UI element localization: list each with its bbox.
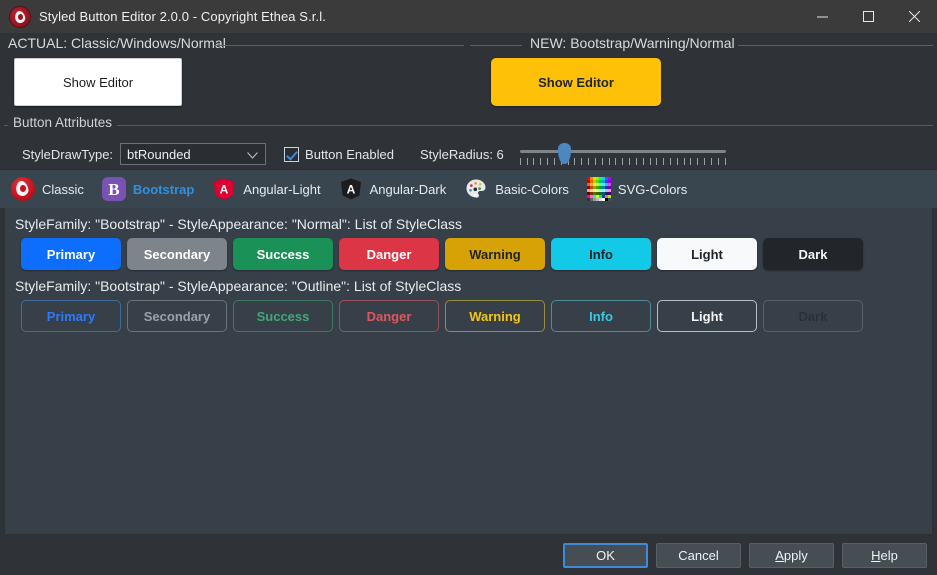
style-class-button-outline-danger[interactable]: Danger — [339, 300, 439, 332]
tab-label: Basic-Colors — [495, 181, 569, 197]
section-title-outline: StyleFamily: "Bootstrap" - StyleAppearan… — [15, 278, 462, 294]
button-enabled-label: Button Enabled — [305, 146, 394, 162]
tab-label: Angular-Dark — [369, 181, 447, 197]
tab-label: Bootstrap — [132, 181, 195, 197]
svg-text:A: A — [220, 183, 229, 197]
actual-preview-caption: ACTUAL: Classic/Windows/Normal — [8, 35, 226, 51]
style-class-button-outline-success[interactable]: Success — [233, 300, 333, 332]
style-family-tabbar: Classic B Bootstrap A Angular-Light A Angular-… — [0, 169, 937, 208]
style-class-button-normal-info[interactable]: Info — [551, 238, 651, 270]
actual-show-editor-button[interactable]: Show Editor — [14, 58, 182, 106]
tab-angular-light[interactable]: A Angular-Light — [205, 170, 331, 208]
color-palette-icon — [464, 177, 488, 201]
style-class-button-normal-secondary[interactable]: Secondary — [127, 238, 227, 270]
style-class-button-outline-dark[interactable]: Dark — [763, 300, 863, 332]
style-class-button-outline-light[interactable]: Light — [657, 300, 757, 332]
minimize-icon[interactable] — [799, 0, 845, 33]
slider-ticks — [519, 158, 726, 165]
style-class-button-outline-info[interactable]: Info — [551, 300, 651, 332]
angular-light-icon: A — [212, 177, 236, 201]
apply-button[interactable]: Apply — [749, 542, 834, 568]
slider-track — [519, 150, 726, 153]
help-button[interactable]: Help — [842, 542, 927, 568]
cancel-button[interactable]: Cancel — [656, 542, 741, 568]
style-class-content-panel: StyleFamily: "Bootstrap" - StyleAppearan… — [4, 208, 933, 535]
new-preview-group: NEW: Bootstrap/Warning/Normal Show Edito… — [468, 33, 937, 117]
styled-button-editor-window: Styled Button Editor 2.0.0 - Copyright E… — [0, 0, 937, 575]
new-show-editor-button[interactable]: Show Editor — [491, 58, 661, 106]
dialog-footer: OK Cancel Apply Help — [0, 535, 937, 575]
style-class-row-normal: Primary Secondary Success Danger Warning Info… — [5, 232, 932, 270]
style-draw-type-value: btRounded — [127, 146, 191, 162]
new-preview-caption: NEW: Bootstrap/Warning/Normal — [530, 35, 735, 51]
apply-label: Apply — [775, 547, 808, 563]
close-icon[interactable] — [891, 0, 937, 33]
button-enabled-checkbox[interactable]: Button Enabled — [284, 146, 394, 162]
ethea-classic-icon — [11, 177, 35, 201]
maximize-icon[interactable] — [845, 0, 891, 33]
style-class-button-normal-dark[interactable]: Dark — [763, 238, 863, 270]
tab-basic-colors[interactable]: Basic-Colors — [457, 170, 580, 208]
style-class-button-outline-secondary[interactable]: Secondary — [127, 300, 227, 332]
style-class-button-normal-light[interactable]: Light — [657, 238, 757, 270]
tab-svg-colors[interactable]: SVG-Colors — [580, 170, 698, 208]
style-class-button-outline-primary[interactable]: Primary — [21, 300, 121, 332]
button-attributes-title: Button Attributes — [8, 115, 118, 130]
section-title-normal: StyleFamily: "Bootstrap" - StyleAppearan… — [15, 216, 463, 232]
ok-button[interactable]: OK — [563, 542, 648, 568]
style-draw-type-combo[interactable]: btRounded — [120, 143, 267, 165]
style-draw-type-label: StyleDrawType: — [22, 146, 114, 162]
window-title: Styled Button Editor 2.0.0 - Copyright E… — [39, 9, 326, 24]
style-class-row-outline: Primary Secondary Success Danger Warning Info… — [5, 294, 932, 332]
style-radius-slider[interactable] — [519, 141, 726, 167]
tab-classic[interactable]: Classic — [4, 170, 95, 208]
window-controls — [799, 0, 937, 33]
style-class-button-normal-success[interactable]: Success — [233, 238, 333, 270]
style-class-button-normal-danger[interactable]: Danger — [339, 238, 439, 270]
chevron-down-icon — [247, 147, 258, 162]
style-radius-label: StyleRadius: 6 — [419, 146, 504, 162]
actual-preview-group: ACTUAL: Classic/Windows/Normal Show Edit… — [0, 33, 468, 117]
color-grid-icon — [586, 177, 611, 201]
title-bar: Styled Button Editor 2.0.0 - Copyright E… — [0, 0, 937, 33]
style-class-button-normal-primary[interactable]: Primary — [21, 238, 121, 270]
bootstrap-b-icon: B — [101, 177, 126, 201]
help-label: Help — [871, 547, 898, 563]
button-attributes-group: Button Attributes StyleDrawType: btRound… — [0, 115, 937, 169]
checkmark-icon — [284, 146, 300, 162]
style-class-button-normal-warning[interactable]: Warning — [445, 238, 545, 270]
ethea-logo-icon — [10, 6, 30, 27]
tab-bootstrap[interactable]: B Bootstrap — [95, 170, 205, 208]
preview-area: ACTUAL: Classic/Windows/Normal Show Edit… — [0, 33, 937, 117]
style-class-button-outline-warning[interactable]: Warning — [445, 300, 545, 332]
svg-text:A: A — [346, 183, 355, 197]
tab-angular-dark[interactable]: A Angular-Dark — [332, 170, 458, 208]
angular-dark-icon: A — [339, 177, 363, 201]
tab-label: SVG-Colors — [617, 181, 688, 197]
tab-label: Angular-Light — [243, 181, 321, 197]
tab-label: Classic — [42, 181, 84, 197]
